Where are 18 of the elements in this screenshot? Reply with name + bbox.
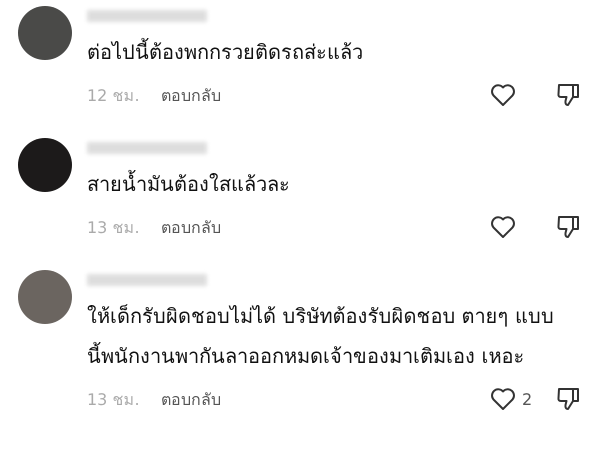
heart-icon[interactable] xyxy=(490,387,516,411)
comment-text: ต่อไปนี้ต้องพกกรวยติดรถส่ะแล้ว xyxy=(87,32,567,72)
avatar[interactable] xyxy=(18,6,72,60)
timestamp: 12 ชม. xyxy=(87,84,141,106)
reply-link[interactable]: ตอบกลับ xyxy=(161,214,221,240)
reply-link[interactable]: ตอบกลับ xyxy=(161,386,221,412)
thumbs-down-icon[interactable] xyxy=(556,386,580,412)
comment-text: สายน้ำมันต้องใสแล้วละ xyxy=(87,164,567,204)
avatar[interactable] xyxy=(18,138,72,192)
comment-text: ให้เด็กรับผิดชอบไม่ได้ บริษัทต้องรับผิดชอบ ตายๆ แบบนี้พนักงานพากันลาออกหมดเจ้าของมาเติมเอง เหอะ xyxy=(87,303,556,370)
like-count: 2 xyxy=(522,390,532,408)
timestamp: 13 ชม. xyxy=(87,388,141,410)
timestamp: 13 ชม. xyxy=(87,216,141,238)
heart-icon[interactable] xyxy=(490,215,516,239)
thumbs-down-icon[interactable] xyxy=(556,82,580,108)
thumbs-down-icon[interactable] xyxy=(556,214,580,240)
reply-link[interactable]: ตอบกลับ xyxy=(161,82,221,108)
heart-icon[interactable] xyxy=(490,83,516,107)
